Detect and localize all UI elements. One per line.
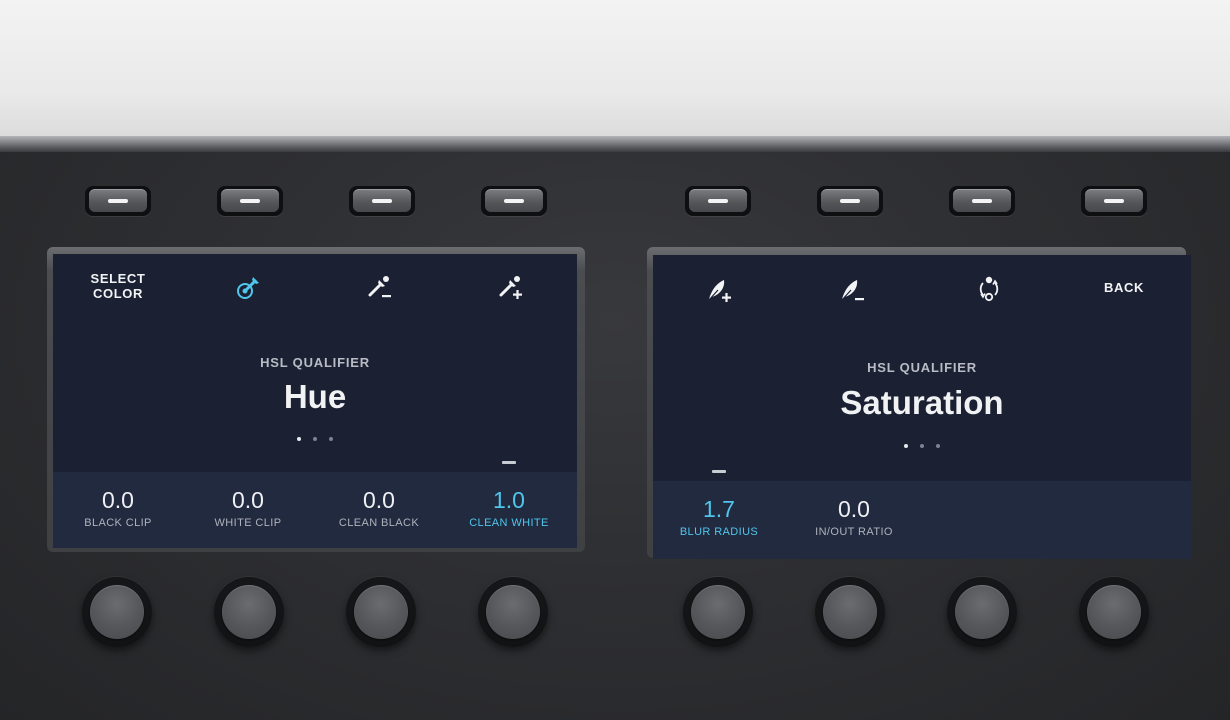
page-dot — [936, 443, 940, 448]
knob-1[interactable] — [82, 577, 152, 647]
soft-key-3[interactable] — [349, 186, 415, 216]
param-clean-black: 0.0 CLEAN BLACK — [314, 487, 444, 529]
param-clean-white: 1.0 CLEAN WHITE — [444, 461, 574, 529]
key-led — [108, 199, 128, 203]
soft-key-1[interactable] — [85, 186, 151, 216]
param-label: BLUR RADIUS — [679, 526, 759, 538]
picker-target-icon[interactable] — [234, 272, 264, 302]
soft-key-6[interactable] — [817, 186, 883, 216]
key-led — [240, 199, 260, 203]
knob-2[interactable] — [214, 577, 284, 647]
page-dot — [297, 436, 301, 441]
param-value: 0.0 — [232, 487, 264, 513]
page-dot — [920, 443, 924, 448]
param-in-out-ratio: 0.0 IN/OUT RATIO — [789, 496, 919, 538]
knob-8[interactable] — [1079, 577, 1149, 647]
key-led — [972, 199, 992, 203]
param-label: BLACK CLIP — [84, 517, 152, 529]
knob-3[interactable] — [346, 577, 416, 647]
page-dot — [904, 443, 908, 448]
page-dot — [329, 436, 333, 441]
key-led — [840, 199, 860, 203]
selected-marker — [712, 470, 726, 473]
qualifier-subtitle: HSL QUALIFIER — [867, 360, 977, 375]
param-label: IN/OUT RATIO — [815, 526, 893, 538]
page-dot — [313, 436, 317, 441]
soft-key-5[interactable] — [685, 186, 751, 216]
qualifier-subtitle: HSL QUALIFIER — [260, 355, 370, 370]
knob-5[interactable] — [683, 577, 753, 647]
right-screen: BACK HSL QUALIFIER Saturation 1.7 BLUR R… — [653, 255, 1191, 559]
param-black-clip: 0.0 BLACK CLIP — [53, 487, 183, 529]
param-value: 1.0 — [493, 487, 525, 513]
param-value: 0.0 — [363, 487, 395, 513]
left-screen: SELECT COLOR HSL QUALIFIER Hue 0.0 BLACK… — [53, 254, 577, 548]
param-blur-radius: 1.7 BLUR RADIUS — [654, 470, 784, 538]
param-value: 0.0 — [838, 496, 870, 522]
param-white-clip: 0.0 WHITE CLIP — [183, 487, 313, 529]
param-label: CLEAN BLACK — [338, 517, 420, 529]
soft-key-7[interactable] — [949, 186, 1015, 216]
background-wall — [0, 0, 1230, 136]
feather-plus-icon[interactable] — [705, 275, 735, 305]
knob-4[interactable] — [478, 577, 548, 647]
picker-plus-icon[interactable] — [496, 272, 526, 302]
key-led — [504, 199, 524, 203]
qualifier-title: Hue — [283, 378, 347, 415]
key-led — [708, 199, 728, 203]
back-label[interactable]: BACK — [1084, 280, 1164, 295]
panel-top-edge — [0, 136, 1230, 152]
param-label: CLEAN WHITE — [469, 517, 549, 529]
feather-minus-icon[interactable] — [838, 275, 868, 305]
soft-key-8[interactable] — [1081, 186, 1147, 216]
nodes-cycle-icon[interactable] — [974, 274, 1004, 304]
param-value: 1.7 — [703, 496, 735, 522]
select-color-label[interactable]: SELECT COLOR — [78, 271, 158, 301]
page-indicator — [653, 437, 1191, 455]
soft-key-4[interactable] — [481, 186, 547, 216]
selected-marker — [502, 461, 516, 464]
knob-6[interactable] — [815, 577, 885, 647]
key-led — [372, 199, 392, 203]
key-led — [1104, 199, 1124, 203]
param-value: 0.0 — [102, 487, 134, 513]
picker-minus-icon[interactable] — [365, 272, 395, 302]
qualifier-title: Saturation — [840, 384, 1004, 421]
page-indicator — [53, 430, 577, 448]
knob-7[interactable] — [947, 577, 1017, 647]
param-label: WHITE CLIP — [214, 517, 282, 529]
soft-key-2[interactable] — [217, 186, 283, 216]
